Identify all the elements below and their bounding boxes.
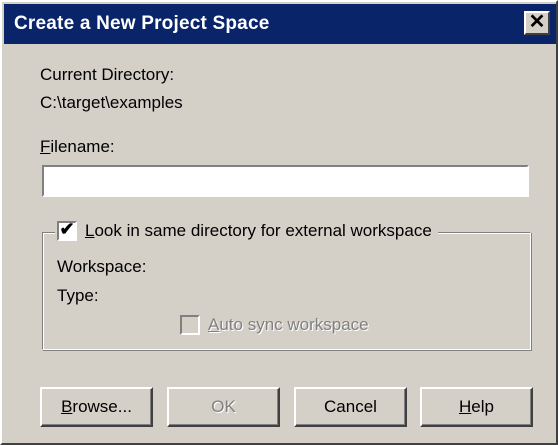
ok-button-label: OK <box>211 397 236 416</box>
type-label: Type: <box>57 286 99 305</box>
ok-button[interactable]: OK <box>167 387 280 427</box>
auto-sync-checkbox[interactable] <box>180 315 200 335</box>
browse-label-rest: rowse... <box>72 397 132 416</box>
same-directory-checkbox-row[interactable]: ✔ Look in same directory for external wo… <box>55 218 438 244</box>
title-bar[interactable]: Create a New Project Space ✕ <box>4 4 556 44</box>
filename-label: Filename: <box>40 137 115 157</box>
auto-sync-label: Auto sync workspace <box>208 315 369 335</box>
auto-sync-checkbox-row[interactable]: Auto sync workspace <box>180 315 369 335</box>
filename-label-mnemonic: F <box>40 137 51 156</box>
checkmark-icon: ✔ <box>59 219 75 239</box>
same-directory-checkbox[interactable]: ✔ <box>57 219 77 241</box>
close-icon: ✕ <box>528 11 546 33</box>
same-directory-label-rest: ook in same directory for external works… <box>94 221 432 240</box>
help-label-rest: elp <box>471 397 494 416</box>
browse-button[interactable]: Browse... <box>40 387 153 427</box>
cancel-button-label: Cancel <box>324 397 377 416</box>
workspace-label: Workspace: <box>57 257 147 276</box>
current-directory-label: Current Directory: <box>40 65 175 84</box>
current-directory-value: C:\target\examples <box>40 93 183 112</box>
help-mnemonic: H <box>459 397 472 416</box>
dialog-title: Create a New Project Space <box>14 13 270 34</box>
filename-input[interactable] <box>42 165 529 197</box>
auto-sync-mnemonic: A <box>208 315 220 334</box>
same-directory-checkbox-label: Look in same directory for external work… <box>85 221 432 241</box>
browse-button-label: Browse... <box>61 397 132 416</box>
cancel-button[interactable]: Cancel <box>294 387 407 427</box>
filename-label-rest: ilename: <box>50 137 115 156</box>
auto-sync-label-rest: uto sync workspace <box>219 315 369 334</box>
browse-mnemonic: B <box>61 397 73 416</box>
create-project-space-dialog: Create a New Project Space ✕ Current Dir… <box>0 0 558 445</box>
close-button[interactable]: ✕ <box>524 11 550 35</box>
help-button-label: Help <box>459 397 494 416</box>
help-button[interactable]: Help <box>420 387 533 427</box>
